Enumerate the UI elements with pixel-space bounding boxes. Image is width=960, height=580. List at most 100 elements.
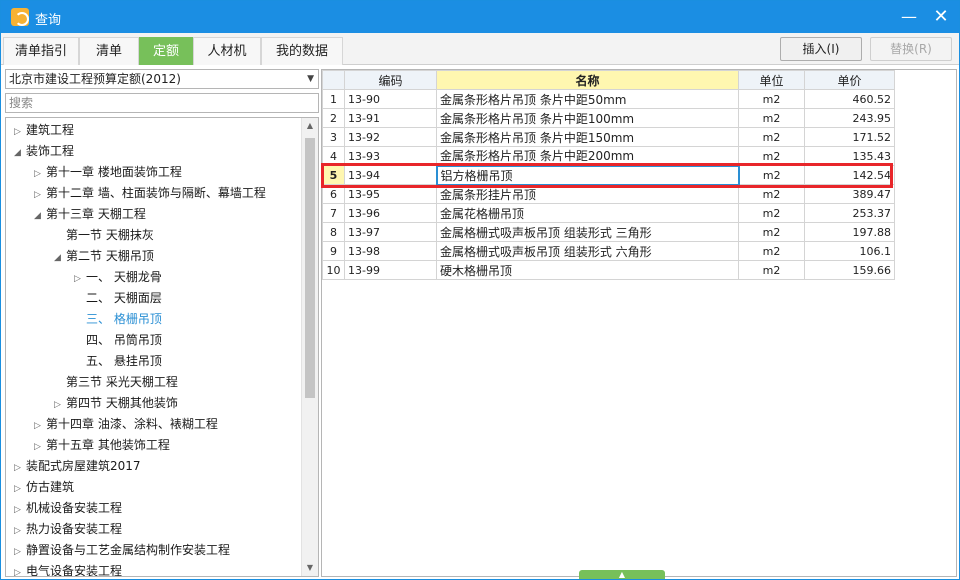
tree-node[interactable]: ▷ 建筑工程 [14, 120, 74, 141]
cell-price[interactable]: 460.52 [804, 89, 895, 109]
cell-name[interactable]: 金属条形格片吊顶 条片中距100mm [436, 108, 739, 128]
title-bar[interactable]: 查询 — ✕ [1, 1, 959, 33]
collapse-icon[interactable]: ◢ [54, 248, 66, 269]
cell-code[interactable]: 13-94 [344, 165, 437, 185]
cell-code[interactable]: 13-95 [344, 184, 437, 204]
cell-unit[interactable]: m2 [738, 222, 805, 242]
cell-price[interactable]: 135.43 [804, 146, 895, 166]
cell-name[interactable]: 金属条形格片吊顶 条片中距50mm [436, 89, 739, 109]
table-row[interactable]: 8 13-97 金属格栅式吸声板吊顶 组装形式 三角形 m2 197.88 [322, 222, 895, 242]
tree-node[interactable]: ▷ 静置设备与工艺金属结构制作安装工程 [14, 540, 230, 561]
cell-code[interactable]: 13-91 [344, 108, 437, 128]
cell-unit[interactable]: m2 [738, 127, 805, 147]
cell-price[interactable]: 197.88 [804, 222, 895, 242]
cell-code[interactable]: 13-99 [344, 260, 437, 280]
tree-node[interactable]: ▷ 第四节 天棚其他装饰 [54, 393, 178, 414]
expand-icon[interactable]: ▷ [34, 437, 46, 458]
expand-icon[interactable]: ▷ [34, 416, 46, 437]
expand-icon[interactable]: ▷ [34, 164, 46, 185]
search-input[interactable]: 搜索 [5, 93, 319, 113]
tree-node[interactable]: ▷ 机械设备安装工程 [14, 498, 122, 519]
cell-price[interactable]: 253.37 [804, 203, 895, 223]
tree-scrollbar[interactable]: ▲ ▼ [301, 118, 318, 576]
expand-icon[interactable]: ▷ [14, 479, 26, 500]
tree-node[interactable]: ▷ 第十五章 其他装饰工程 [34, 435, 170, 456]
cell-name[interactable]: 金属条形格片吊顶 条片中距200mm [436, 146, 739, 166]
panel-expand-handle[interactable]: ▲ [579, 570, 665, 579]
col-code-header[interactable]: 编码 [344, 70, 437, 90]
row-index[interactable]: 2 [322, 108, 345, 128]
cell-code[interactable]: 13-90 [344, 89, 437, 109]
expand-icon[interactable]: ▷ [74, 269, 86, 290]
expand-icon[interactable]: ▷ [14, 563, 26, 576]
tab-my-data[interactable]: 我的数据 [261, 37, 343, 65]
tab-labor-material-machine[interactable]: 人材机 [193, 37, 261, 65]
cell-code[interactable]: 13-97 [344, 222, 437, 242]
tree-node[interactable]: 五、 悬挂吊顶 [74, 351, 162, 372]
expand-icon[interactable]: ▷ [14, 500, 26, 521]
tree-node[interactable]: ▷ 第十四章 油漆、涂料、裱糊工程 [34, 414, 218, 435]
cell-price[interactable]: 142.54 [804, 165, 895, 185]
chevron-down-icon[interactable]: ▼ [307, 70, 314, 88]
cell-code[interactable]: 13-98 [344, 241, 437, 261]
tree-node[interactable]: ▷ 第十一章 楼地面装饰工程 [34, 162, 182, 183]
expand-icon[interactable]: ▷ [14, 542, 26, 563]
table-row[interactable]: 3 13-92 金属条形格片吊顶 条片中距150mm m2 171.52 [322, 127, 895, 147]
cell-name[interactable]: 金属格栅式吸声板吊顶 组装形式 三角形 [436, 222, 739, 242]
tree-node[interactable]: ▷ 仿古建筑 [14, 477, 74, 498]
cell-unit[interactable]: m2 [738, 146, 805, 166]
cell-price[interactable]: 171.52 [804, 127, 895, 147]
cell-unit[interactable]: m2 [738, 108, 805, 128]
tree-node[interactable]: ◢ 第十三章 天棚工程 [34, 204, 146, 225]
col-name-header[interactable]: 名称 [436, 70, 739, 90]
cell-unit[interactable]: m2 [738, 203, 805, 223]
col-price-header[interactable]: 单价 [804, 70, 895, 90]
table-row[interactable]: 10 13-99 硬木格栅吊顶 m2 159.66 [322, 260, 895, 280]
tree-node[interactable]: 第一节 天棚抹灰 [54, 225, 154, 246]
tab-quota[interactable]: 定额 [139, 37, 193, 65]
scroll-down-icon[interactable]: ▼ [302, 560, 318, 576]
row-index[interactable]: 6 [322, 184, 345, 204]
table-row[interactable]: 9 13-98 金属格栅式吸声板吊顶 组装形式 六角形 m2 106.1 [322, 241, 895, 261]
expand-icon[interactable]: ▷ [54, 395, 66, 416]
minimize-icon[interactable]: — [897, 5, 921, 29]
scroll-up-icon[interactable]: ▲ [302, 118, 318, 134]
tree-node[interactable]: 第三节 采光天棚工程 [54, 372, 178, 393]
table-row[interactable]: 4 13-93 金属条形格片吊顶 条片中距200mm m2 135.43 [322, 146, 895, 166]
table-row[interactable]: 7 13-96 金属花格栅吊顶 m2 253.37 [322, 203, 895, 223]
tree-node[interactable]: ◢ 第二节 天棚吊顶 [54, 246, 154, 267]
tab-bill-guide[interactable]: 清单指引 [3, 37, 79, 65]
row-index[interactable]: 3 [322, 127, 345, 147]
table-row[interactable]: 6 13-95 金属条形挂片吊顶 m2 389.47 [322, 184, 895, 204]
expand-icon[interactable]: ▷ [14, 458, 26, 479]
cell-name[interactable]: 硬木格栅吊顶 [436, 260, 739, 280]
tree-node[interactable]: 二、 天棚面层 [74, 288, 162, 309]
collapse-icon[interactable]: ◢ [14, 143, 26, 164]
expand-icon[interactable]: ▷ [14, 122, 26, 143]
cell-price[interactable]: 159.66 [804, 260, 895, 280]
tree-node[interactable]: 四、 吊筒吊顶 [74, 330, 162, 351]
row-index[interactable]: 10 [322, 260, 345, 280]
insert-button[interactable]: 插入(I) [780, 37, 862, 61]
table-row[interactable]: 2 13-91 金属条形格片吊顶 条片中距100mm m2 243.95 [322, 108, 895, 128]
cell-price[interactable]: 389.47 [804, 184, 895, 204]
row-index[interactable]: 7 [322, 203, 345, 223]
row-index[interactable]: 1 [322, 89, 345, 109]
cell-unit[interactable]: m2 [738, 184, 805, 204]
collapse-icon[interactable]: ◢ [34, 206, 46, 227]
cell-unit[interactable]: m2 [738, 260, 805, 280]
cell-price[interactable]: 243.95 [804, 108, 895, 128]
tree-node[interactable]: 三、 格栅吊顶 [74, 309, 162, 330]
cell-code[interactable]: 13-93 [344, 146, 437, 166]
tab-bill[interactable]: 清单 [79, 37, 139, 65]
row-index[interactable]: 8 [322, 222, 345, 242]
scrollbar-thumb[interactable] [305, 138, 315, 398]
replace-button[interactable]: 替换(R) [870, 37, 952, 61]
cell-code[interactable]: 13-96 [344, 203, 437, 223]
col-unit-header[interactable]: 单位 [738, 70, 805, 90]
tree-node[interactable]: ▷ 一、 天棚龙骨 [74, 267, 162, 288]
cell-name[interactable]: 金属条形格片吊顶 条片中距150mm [436, 127, 739, 147]
quota-library-select[interactable]: 北京市建设工程预算定额(2012) ▼ [5, 69, 319, 89]
cell-unit[interactable]: m2 [738, 241, 805, 261]
row-index[interactable]: 4 [322, 146, 345, 166]
